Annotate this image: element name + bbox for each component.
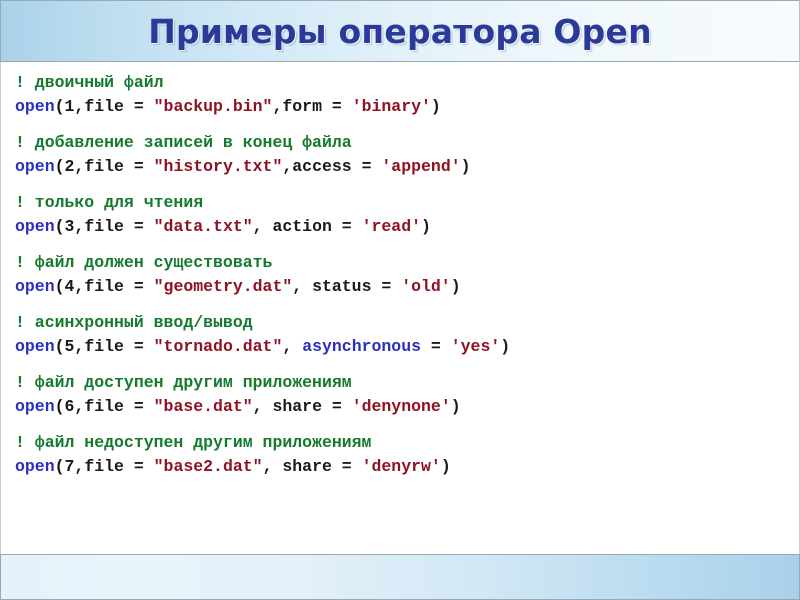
code-token-plain: (7,file = <box>54 457 154 476</box>
code-token-plain: (1,file = <box>54 97 154 116</box>
code-token-plain: , action = <box>252 217 362 236</box>
code-token-kw: asynchronous <box>302 337 422 356</box>
code-statement-line: open(1,file = "backup.bin",form = 'binar… <box>15 95 799 119</box>
code-block: ! файл должен существовать open(4,file = … <box>15 251 799 299</box>
code-block: ! только для чтения open(3,file = "data.t… <box>15 191 799 239</box>
code-token-dq-str: "tornado.dat" <box>153 337 283 356</box>
page-title: Примеры оператора Open <box>148 11 652 51</box>
code-statement-line: open(6,file = "base.dat", share = 'denyn… <box>15 395 799 419</box>
code-statement-line: open(5,file = "tornado.dat", asynchronou… <box>15 335 799 359</box>
code-token-plain: ) <box>421 217 431 236</box>
code-block: ! файл доступен другим приложениям open(6… <box>15 371 799 419</box>
code-token-plain: (4,file = <box>54 277 154 296</box>
code-block: ! двоичный файл open(1,file = "backup.bin… <box>15 71 799 119</box>
code-token-plain: ) <box>440 457 451 476</box>
code-token-plain: ) <box>500 337 511 356</box>
slide-footer-bar <box>0 554 800 600</box>
code-token-sq-str: 'binary' <box>351 97 431 116</box>
presentation-slide: Примеры оператора Open ! двоичный файл op… <box>0 0 800 600</box>
code-token-plain: , status = <box>292 277 402 296</box>
code-token-kw: open <box>15 397 55 416</box>
code-comment-line: ! добавление записей в конец файла <box>15 133 352 152</box>
code-token-kw: open <box>15 277 55 296</box>
code-token-plain: ) <box>430 97 441 116</box>
code-token-plain: ) <box>460 157 471 176</box>
code-token-sq-str: 'denyrw' <box>361 457 441 476</box>
code-comment-line: ! только для чтения <box>15 193 204 212</box>
code-listing: ! двоичный файл open(1,file = "backup.bin… <box>0 62 800 554</box>
code-token-plain: (2,file = <box>54 157 154 176</box>
code-token-plain: , <box>282 337 303 356</box>
slide-title-bar: Примеры оператора Open <box>0 0 800 62</box>
code-comment-line: ! файл недоступен другим приложениям <box>15 433 372 452</box>
code-token-plain: (5,file = <box>54 337 154 356</box>
code-token-plain: ,form = <box>272 97 352 116</box>
code-statement-line: open(4,file = "geometry.dat", status = '… <box>15 275 799 299</box>
code-comment-line: ! файл должен существовать <box>15 253 273 272</box>
code-statement-line: open(7,file = "base2.dat", share = 'deny… <box>15 455 799 479</box>
code-comment-line: ! файл доступен другим приложениям <box>15 373 352 392</box>
code-token-sq-str: 'denynone' <box>351 397 451 416</box>
code-token-dq-str: "base.dat" <box>153 397 253 416</box>
code-token-kw: open <box>15 97 55 116</box>
code-block: ! добавление записей в конец файла open(2… <box>15 131 799 179</box>
code-token-kw: open <box>15 217 55 236</box>
code-token-kw: open <box>15 457 55 476</box>
code-statement-line: open(2,file = "history.txt",access = 'ap… <box>15 155 799 179</box>
code-token-plain: , share = <box>262 457 362 476</box>
code-token-plain: ) <box>450 397 461 416</box>
code-comment-line: ! асинхронный ввод/вывод <box>15 313 253 332</box>
code-token-sq-str: 'old' <box>401 277 451 296</box>
code-token-plain: ) <box>450 277 461 296</box>
code-token-plain: , share = <box>252 397 352 416</box>
code-token-plain: ,access = <box>282 157 382 176</box>
code-block: ! файл недоступен другим приложениям open… <box>15 431 799 479</box>
code-token-dq-str: "base2.dat" <box>153 457 263 476</box>
code-token-sq-str: 'yes' <box>450 337 501 356</box>
code-token-plain: (3,file = <box>54 217 154 236</box>
code-statement-line: open(3,file = "data.txt", action = 'read… <box>15 215 799 239</box>
code-comment-line: ! двоичный файл <box>15 73 164 92</box>
code-token-kw: open <box>15 337 55 356</box>
code-token-dq-str: "backup.bin" <box>153 97 273 116</box>
code-token-sq-str: 'read' <box>361 217 422 236</box>
code-block: ! асинхронный ввод/вывод open(5,file = "t… <box>15 311 799 359</box>
code-token-kw: open <box>15 157 55 176</box>
code-token-plain: = <box>421 337 451 356</box>
code-token-dq-str: "data.txt" <box>153 217 253 236</box>
code-token-dq-str: "geometry.dat" <box>153 277 293 296</box>
code-token-plain: (6,file = <box>54 397 154 416</box>
code-token-sq-str: 'append' <box>381 157 461 176</box>
code-token-dq-str: "history.txt" <box>153 157 283 176</box>
